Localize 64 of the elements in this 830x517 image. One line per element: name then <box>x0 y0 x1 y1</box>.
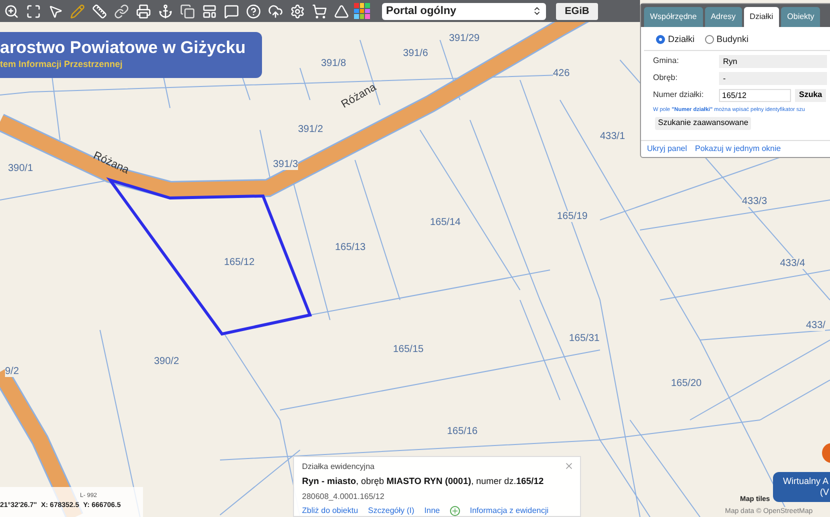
panel-tab[interactable]: Obiekty <box>781 7 820 27</box>
parcel-number: 391/6 <box>403 48 428 59</box>
dropdown-arrows-icon <box>532 6 542 16</box>
egib-button[interactable]: EGiB <box>556 2 598 20</box>
radio-button[interactable] <box>656 35 665 44</box>
parcel-identifier: 280608_4.0001.165/12 <box>302 490 386 502</box>
link-icon[interactable] <box>112 2 130 20</box>
parcel-number: 391/2 <box>298 124 324 135</box>
radio-label: Budynki <box>716 33 749 46</box>
close-icon[interactable] <box>564 461 574 471</box>
parcel-number: 165/16 <box>447 426 478 437</box>
parcel-number: 165/15 <box>393 344 424 355</box>
pencil-icon[interactable] <box>68 2 86 20</box>
parcel-number: 433/ <box>806 320 826 331</box>
popup-description: Ryn - miasto, obręb MIASTO RYN (0001), numer dz.165/12 <box>302 475 545 488</box>
parcel-number: 426 <box>553 68 570 79</box>
popup-link[interactable]: Informacja z ewidencji <box>470 504 549 516</box>
plus-icon[interactable] <box>450 506 460 516</box>
panel-link[interactable]: Ukryj panel <box>647 143 688 155</box>
parcel-number: 433/1 <box>600 131 626 142</box>
parcel-number: 165/19 <box>557 211 588 222</box>
field-label: Obręb: <box>653 72 678 84</box>
parcel-number: 391/29 <box>449 33 480 44</box>
select-field[interactable]: - <box>719 72 827 84</box>
cloud-upload-icon[interactable] <box>266 2 284 20</box>
printer-icon[interactable] <box>134 2 152 20</box>
panel-tab[interactable]: Działki <box>744 7 780 27</box>
popup-link[interactable]: Zbliż do obiektu <box>302 504 358 516</box>
color-grid-icon[interactable] <box>354 3 370 19</box>
panel-tab[interactable]: Współrzędne <box>644 7 703 27</box>
cart-icon[interactable] <box>310 2 328 20</box>
parcel-number: 165/31 <box>569 333 600 344</box>
virtual-button[interactable]: Wirtualny A (V <box>773 472 830 502</box>
parcel-number: 433/4 <box>780 258 806 269</box>
field-label: Gmina: <box>653 55 680 67</box>
parcel-number: 165/20 <box>671 378 702 389</box>
settings-icon[interactable] <box>288 2 306 20</box>
portal-select[interactable]: Portal ogólny <box>382 2 546 20</box>
parcel-number: 165/12 <box>224 257 255 268</box>
input-field[interactable]: 165/12 <box>719 88 791 102</box>
parcel-number: 433/3 <box>742 196 768 207</box>
help-icon[interactable] <box>244 2 262 20</box>
parcel-number: 390/2 <box>154 356 180 367</box>
panel-tab[interactable]: Adresy <box>704 7 742 27</box>
logo-title: arostwo Powiatowe w Giżycku <box>0 38 247 58</box>
radio-button[interactable] <box>704 35 714 44</box>
search-button[interactable]: Szuka <box>795 88 826 102</box>
parcel-number: 9/2 <box>5 366 19 377</box>
logo-subtitle: tem Informacji Przestrzennej <box>0 58 124 72</box>
parcel-number: 165/14 <box>430 217 461 228</box>
parcel-number: 165/13 <box>335 242 366 253</box>
panel-link[interactable]: Pokazuj w jednym oknie <box>695 143 781 155</box>
radio-label: Działki <box>668 33 695 46</box>
copy-icon[interactable] <box>178 2 196 20</box>
parcel-number: 391/3 <box>273 159 298 170</box>
select-field[interactable]: Ryn <box>719 54 827 68</box>
advanced-search-button[interactable]: Szukanie zaawansowane <box>655 116 752 130</box>
popup-title: Działka ewidencyjna <box>302 461 374 473</box>
popup-link[interactable]: Szczegóły (I) <box>368 504 414 516</box>
popup-link[interactable]: Inne <box>424 504 440 516</box>
ruler-icon[interactable] <box>90 2 108 20</box>
field-label: Numer działki: <box>653 89 705 101</box>
parcel-number: 391/8 <box>321 58 346 69</box>
parcel-number: 390/1 <box>8 163 34 174</box>
